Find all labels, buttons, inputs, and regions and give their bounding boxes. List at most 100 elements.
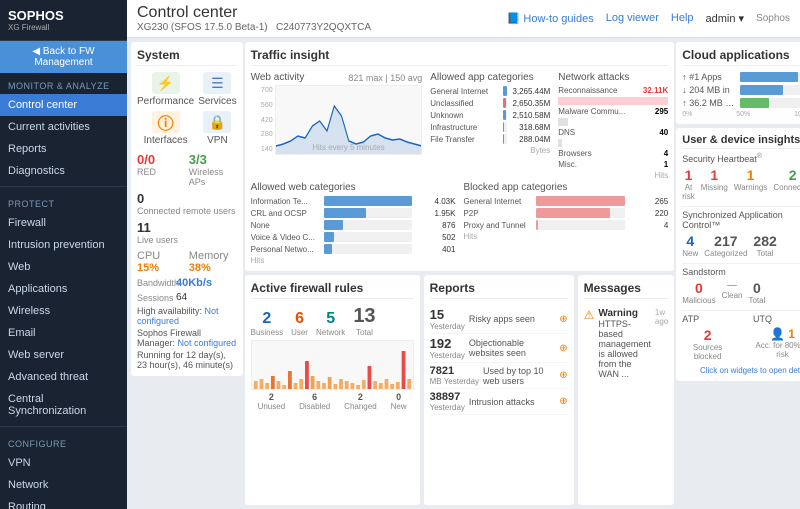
- sync-total-num: 282: [753, 233, 776, 249]
- report-row-3: 38897 Yesterday Intrusion attacks ⊕: [430, 389, 568, 415]
- hb-at-risk-num: 1: [682, 167, 694, 183]
- sidebar-item-reports[interactable]: Reports: [0, 138, 127, 160]
- sidebar-item-diagnostics[interactable]: Diagnostics: [0, 160, 127, 182]
- live-value: 11: [137, 220, 237, 235]
- report-icon-3[interactable]: ⊕: [559, 396, 567, 407]
- system-title: System: [137, 48, 237, 66]
- report-label-0: Risky apps seen: [469, 314, 555, 324]
- ss-clean-label: Clean: [722, 291, 743, 300]
- report-icon-1[interactable]: ⊕: [559, 343, 567, 354]
- admin-menu[interactable]: admin ▾: [706, 12, 745, 25]
- ud-title: User & device insights: [682, 134, 800, 149]
- utq-block: UTQ 👤 1 Acc. for 80% of risk: [753, 314, 800, 361]
- web-activity: Web activity 821 max | 150 avg 700560420…: [251, 72, 423, 180]
- chart-x-label: Hits every 5 minutes: [312, 143, 384, 152]
- sidebar-item-web[interactable]: Web: [0, 256, 127, 278]
- allowed-cats-title: Allowed app categories: [430, 72, 550, 83]
- sync-new: 4 New: [682, 233, 698, 258]
- network-attacks: Network attacks Reconnaissance 32.11K Ma…: [558, 72, 668, 180]
- hits-label2: Hits: [251, 256, 456, 265]
- services-widget[interactable]: ☰ Services: [198, 72, 236, 107]
- hb-warnings-num: 1: [734, 167, 768, 183]
- sync-total: 282 Total: [753, 233, 776, 258]
- system-icons: ⚡ Performance ☰ Services ⓘ Interfaces 🔒 …: [137, 72, 237, 146]
- report-icon-0[interactable]: ⊕: [559, 314, 567, 325]
- sidebar-item-vpn[interactable]: VPN: [0, 452, 127, 474]
- hb-connected-num: 2: [773, 167, 800, 183]
- fp-count-business: 2 Business: [251, 310, 283, 337]
- report-label-3: Intrusion attacks: [469, 397, 555, 407]
- how-to-guides-link[interactable]: 📘 How-to guides: [507, 12, 594, 25]
- blk-cat-0: General Internet 265: [463, 196, 668, 206]
- memory-label: Memory: [189, 250, 229, 262]
- report-row-2: 7821 MB Yesterday Used by top 10 web use…: [430, 363, 568, 389]
- sidebar-item-email[interactable]: Email: [0, 322, 127, 344]
- interfaces-widget[interactable]: ⓘ Interfaces: [137, 111, 194, 146]
- firewall-rules-title: Active firewall rules: [251, 281, 414, 299]
- performance-widget[interactable]: ⚡ Performance: [137, 72, 194, 107]
- sidebar-item-firewall[interactable]: Firewall: [0, 212, 127, 234]
- hb-at-risk: 1 At risk: [682, 167, 694, 201]
- bandwidth-label: Bandwidth: [137, 278, 172, 288]
- sidebar-item-advanced-threat[interactable]: Advanced threat: [0, 366, 127, 388]
- fp-label-user: User: [291, 328, 308, 337]
- cpu-label: CPU: [137, 250, 160, 262]
- sidebar-item-wireless[interactable]: Wireless: [0, 300, 127, 322]
- sync-new-num: 4: [682, 233, 698, 249]
- sidebar-item-webserver[interactable]: Web server: [0, 344, 127, 366]
- memory-value: 38%: [189, 262, 211, 274]
- heartbeat-title: Security Heartbeat®: [682, 153, 800, 164]
- msg-time-0: 1w ago: [655, 308, 668, 326]
- user-device-panel: User & device insights Security Heartbea…: [676, 128, 800, 381]
- cat-row-1: Unclassified 2,650.35M: [430, 98, 550, 108]
- vpn-widget[interactable]: 🔒 VPN: [198, 111, 236, 146]
- ca-row-0: ↑ #1 Apps: [682, 72, 800, 82]
- right-column: Cloud applications ↑ #1 Apps ↓ 204 MB in…: [676, 42, 800, 505]
- sfm-link[interactable]: Not configured: [178, 338, 237, 348]
- cloud-apps-panel: Cloud applications ↑ #1 Apps ↓ 204 MB in…: [676, 42, 800, 124]
- device-info: XG230 (SFOS 17.5.0 Beta-1) C240773Y2QQXT…: [137, 22, 371, 33]
- fp-label-business: Business: [251, 328, 283, 337]
- sophos-sub: XG Firewall: [8, 23, 64, 32]
- ss-clean-num: —: [722, 280, 743, 291]
- sidebar-item-routing[interactable]: Routing: [0, 496, 127, 509]
- allowed-app-categories: Allowed app categories General Internet …: [430, 72, 550, 180]
- ss-total-num: 0: [749, 280, 766, 296]
- fp-count-user: 6 User: [291, 310, 308, 337]
- allowed-web-title: Allowed web categories: [251, 182, 456, 193]
- sidebar-logo: SOPHOS XG Firewall: [0, 0, 127, 41]
- sidebar-item-control-center[interactable]: Control center: [0, 94, 127, 116]
- web-cat-1: CRL and OCSP 1.95K: [251, 208, 456, 218]
- ss-malicious-num: 0: [682, 280, 715, 296]
- sidebar-item-intrusion[interactable]: Intrusion prevention: [0, 234, 127, 256]
- cat-row-4: File Transfer 288.04M: [430, 134, 550, 144]
- atp-block: ATP 2 Sources blocked: [682, 314, 733, 361]
- back-to-fw-button[interactable]: ◀ Back to FW Management: [0, 41, 127, 73]
- sidebar-item-applications[interactable]: Applications: [0, 278, 127, 300]
- fp-num-business: 2: [251, 310, 283, 328]
- hb-at-risk-label: At risk: [682, 183, 694, 201]
- bytes-label: Bytes: [430, 146, 550, 155]
- fp-chart: [251, 340, 414, 390]
- web-activity-chart: Hits every 5 minutes: [275, 85, 423, 155]
- fp-count-total: 13 Total: [353, 305, 375, 337]
- services-icon: ☰: [203, 72, 231, 94]
- utq-metric: 👤 1 Acc. for 80% of risk: [753, 327, 800, 359]
- sync-cat-label: Categorized: [704, 249, 747, 258]
- sidebar-item-current-activities[interactable]: Current activities: [0, 116, 127, 138]
- sidebar-item-central-sync[interactable]: Central Synchronization: [0, 388, 127, 422]
- sidebar-item-network[interactable]: Network: [0, 474, 127, 496]
- blocked-app-categories: Blocked app categories General Internet …: [463, 182, 668, 265]
- attack-row-2: DNS 40: [558, 128, 668, 137]
- sync-cat-num: 217: [704, 233, 747, 249]
- ss-malicious: 0 Malicious: [682, 280, 715, 305]
- sync-control-title: Synchronized Application Control™: [682, 210, 800, 230]
- sophos-brand: Sophos: [756, 13, 790, 24]
- report-icon-2[interactable]: ⊕: [559, 370, 567, 381]
- bottom-panels: Active firewall rules 2 Business 6 User …: [245, 275, 675, 505]
- log-viewer-link[interactable]: Log viewer: [606, 12, 659, 25]
- help-link[interactable]: Help: [671, 12, 694, 25]
- fp-label-network: Network: [316, 328, 345, 337]
- ss-clean: — Clean: [722, 280, 743, 305]
- messages-panel: Messages ⚠ Warning HTTPS-based managemen…: [578, 275, 675, 505]
